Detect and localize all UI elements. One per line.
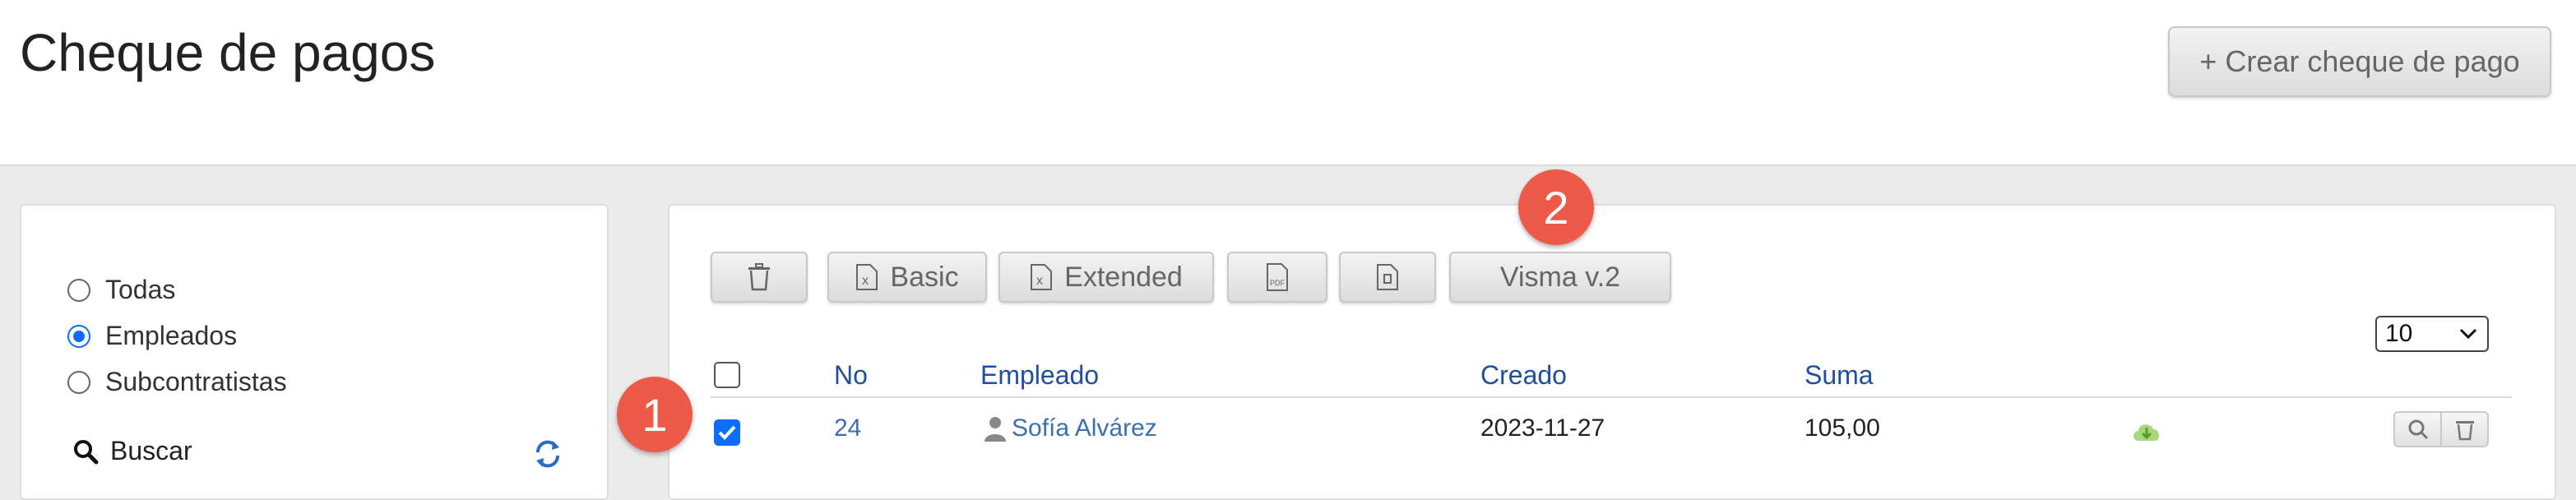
annotation-badge-1: 1 bbox=[617, 377, 693, 452]
filter-option-subcontratistas[interactable]: Subcontratistas bbox=[67, 367, 287, 397]
archive-file-icon bbox=[1377, 264, 1398, 290]
svg-text:x: x bbox=[1036, 274, 1043, 288]
filter-option-label: Empleados bbox=[105, 321, 238, 350]
delete-selected-button[interactable] bbox=[711, 252, 808, 303]
excel-file-icon: x bbox=[856, 264, 878, 290]
radio-subcontratistas[interactable] bbox=[67, 370, 90, 394]
excel-file-icon: x bbox=[1031, 264, 1053, 290]
filter-option-label: Subcontratistas bbox=[105, 367, 287, 396]
column-header-suma[interactable]: Suma bbox=[1805, 360, 1874, 391]
radio-todas[interactable] bbox=[67, 278, 90, 302]
export-extended-label: Extended bbox=[1064, 261, 1183, 293]
view-button[interactable] bbox=[2395, 413, 2440, 446]
annotation-badge-2: 2 bbox=[1518, 169, 1594, 245]
filter-option-empleados[interactable]: Empleados bbox=[67, 321, 237, 351]
export-extended-button[interactable]: x Extended bbox=[998, 252, 1214, 303]
employee-name: Sofía Alvárez bbox=[1012, 414, 1157, 442]
svg-text:PDF: PDF bbox=[1270, 279, 1286, 287]
radio-empleados[interactable] bbox=[67, 324, 90, 348]
page-header: Cheque de pagos + Crear cheque de pago bbox=[0, 0, 2576, 166]
column-header-no[interactable]: No bbox=[834, 360, 868, 391]
row-actions bbox=[2393, 411, 2489, 447]
search-label: Buscar bbox=[110, 436, 192, 465]
row-checkbox[interactable] bbox=[714, 419, 740, 446]
pdf-file-icon: PDF bbox=[1267, 263, 1288, 291]
create-payment-check-button[interactable]: + Crear cheque de pago bbox=[2168, 26, 2551, 97]
checkmark-icon bbox=[718, 425, 736, 440]
search-icon bbox=[74, 439, 99, 464]
cloud-download-icon[interactable] bbox=[2130, 418, 2163, 444]
page-title: Cheque de pagos bbox=[20, 23, 436, 82]
row-number-link[interactable]: 24 bbox=[834, 414, 861, 442]
filter-option-todas[interactable]: Todas bbox=[67, 275, 175, 305]
magnifier-icon bbox=[2408, 419, 2428, 440]
svg-text:x: x bbox=[862, 274, 869, 288]
refresh-icon[interactable] bbox=[531, 438, 564, 470]
filter-option-label: Todas bbox=[105, 275, 176, 304]
delete-row-button[interactable] bbox=[2440, 413, 2487, 446]
table-header-divider bbox=[711, 396, 2512, 398]
export-basic-button[interactable]: x Basic bbox=[827, 252, 987, 303]
sum-value: 105,00 bbox=[1805, 414, 1880, 442]
export-pdf-button[interactable]: PDF bbox=[1227, 252, 1327, 303]
column-header-empleado[interactable]: Empleado bbox=[980, 360, 1099, 391]
export-file-button[interactable] bbox=[1339, 252, 1436, 303]
export-visma-label: Visma v.2 bbox=[1499, 261, 1621, 293]
column-header-creado[interactable]: Creado bbox=[1480, 360, 1567, 391]
search-toggle[interactable]: Buscar bbox=[72, 436, 192, 466]
export-visma-button[interactable]: Visma v.2 bbox=[1449, 252, 1671, 303]
created-date: 2023-11-27 bbox=[1480, 414, 1605, 442]
page-size-value: 10 bbox=[2385, 320, 2413, 347]
chevron-down-icon bbox=[2459, 328, 2477, 340]
employee-link[interactable]: Sofía Alvárez bbox=[984, 414, 1157, 442]
trash-icon bbox=[2455, 421, 2474, 441]
user-icon bbox=[985, 417, 1006, 442]
checks-panel: x Basic x Extended PDF Visma v.2 10 No E… bbox=[668, 204, 2556, 500]
page-size-select[interactable]: 10 bbox=[2375, 316, 2489, 352]
export-basic-label: Basic bbox=[890, 261, 959, 293]
select-all-checkbox[interactable] bbox=[714, 362, 740, 388]
trash-icon bbox=[748, 263, 770, 291]
filter-panel: Todas Empleados Subcontratistas Buscar bbox=[20, 204, 609, 500]
